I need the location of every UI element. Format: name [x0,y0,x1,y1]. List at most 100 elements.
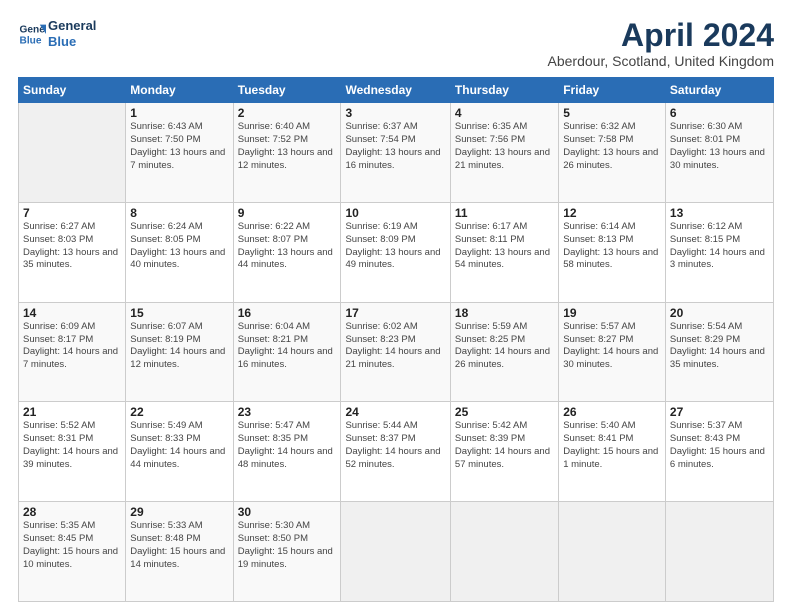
calendar-cell: 23Sunrise: 5:47 AMSunset: 8:35 PMDayligh… [233,402,341,502]
weekday-header-saturday: Saturday [665,78,773,103]
day-info: Sunrise: 6:19 AMSunset: 8:09 PMDaylight:… [345,221,445,272]
calendar-cell: 15Sunrise: 6:07 AMSunset: 8:19 PMDayligh… [126,302,233,402]
calendar-cell [665,502,773,602]
day-number: 2 [238,106,337,120]
calendar-cell: 1Sunrise: 6:43 AMSunset: 7:50 PMDaylight… [126,103,233,203]
day-info: Sunrise: 6:14 AMSunset: 8:13 PMDaylight:… [563,221,661,272]
calendar-cell: 14Sunrise: 6:09 AMSunset: 8:17 PMDayligh… [19,302,126,402]
week-row-3: 14Sunrise: 6:09 AMSunset: 8:17 PMDayligh… [19,302,774,402]
calendar-cell: 9Sunrise: 6:22 AMSunset: 8:07 PMDaylight… [233,202,341,302]
calendar-cell: 20Sunrise: 5:54 AMSunset: 8:29 PMDayligh… [665,302,773,402]
day-number: 14 [23,306,121,320]
day-number: 22 [130,405,228,419]
week-row-5: 28Sunrise: 5:35 AMSunset: 8:45 PMDayligh… [19,502,774,602]
location: Aberdour, Scotland, United Kingdom [548,53,774,69]
day-info: Sunrise: 5:54 AMSunset: 8:29 PMDaylight:… [670,321,769,372]
calendar-cell: 28Sunrise: 5:35 AMSunset: 8:45 PMDayligh… [19,502,126,602]
calendar-cell: 22Sunrise: 5:49 AMSunset: 8:33 PMDayligh… [126,402,233,502]
calendar-cell [341,502,450,602]
logo-icon: General Blue [18,20,46,48]
calendar-cell: 6Sunrise: 6:30 AMSunset: 8:01 PMDaylight… [665,103,773,203]
day-info: Sunrise: 5:37 AMSunset: 8:43 PMDaylight:… [670,420,769,471]
day-number: 20 [670,306,769,320]
weekday-header-tuesday: Tuesday [233,78,341,103]
day-info: Sunrise: 6:07 AMSunset: 8:19 PMDaylight:… [130,321,228,372]
day-number: 4 [455,106,554,120]
day-number: 26 [563,405,661,419]
calendar-cell: 4Sunrise: 6:35 AMSunset: 7:56 PMDaylight… [450,103,558,203]
header: General Blue General Blue April 2024 Abe… [18,18,774,69]
calendar-cell: 12Sunrise: 6:14 AMSunset: 8:13 PMDayligh… [559,202,666,302]
calendar-cell: 29Sunrise: 5:33 AMSunset: 8:48 PMDayligh… [126,502,233,602]
weekday-row: SundayMondayTuesdayWednesdayThursdayFrid… [19,78,774,103]
calendar-cell: 5Sunrise: 6:32 AMSunset: 7:58 PMDaylight… [559,103,666,203]
calendar-cell: 10Sunrise: 6:19 AMSunset: 8:09 PMDayligh… [341,202,450,302]
calendar-cell: 27Sunrise: 5:37 AMSunset: 8:43 PMDayligh… [665,402,773,502]
day-number: 16 [238,306,337,320]
calendar-cell: 19Sunrise: 5:57 AMSunset: 8:27 PMDayligh… [559,302,666,402]
day-number: 1 [130,106,228,120]
weekday-header-sunday: Sunday [19,78,126,103]
calendar-cell: 17Sunrise: 6:02 AMSunset: 8:23 PMDayligh… [341,302,450,402]
calendar-cell: 24Sunrise: 5:44 AMSunset: 8:37 PMDayligh… [341,402,450,502]
day-info: Sunrise: 6:04 AMSunset: 8:21 PMDaylight:… [238,321,337,372]
day-number: 24 [345,405,445,419]
day-info: Sunrise: 5:59 AMSunset: 8:25 PMDaylight:… [455,321,554,372]
day-info: Sunrise: 6:30 AMSunset: 8:01 PMDaylight:… [670,121,769,172]
calendar-cell: 3Sunrise: 6:37 AMSunset: 7:54 PMDaylight… [341,103,450,203]
week-row-4: 21Sunrise: 5:52 AMSunset: 8:31 PMDayligh… [19,402,774,502]
page: General Blue General Blue April 2024 Abe… [0,0,792,612]
day-info: Sunrise: 6:40 AMSunset: 7:52 PMDaylight:… [238,121,337,172]
day-info: Sunrise: 5:35 AMSunset: 8:45 PMDaylight:… [23,520,121,571]
day-number: 19 [563,306,661,320]
calendar-cell: 11Sunrise: 6:17 AMSunset: 8:11 PMDayligh… [450,202,558,302]
day-number: 9 [238,206,337,220]
calendar-cell [559,502,666,602]
day-info: Sunrise: 6:09 AMSunset: 8:17 PMDaylight:… [23,321,121,372]
logo-text-general: General [48,18,96,34]
weekday-header-thursday: Thursday [450,78,558,103]
day-info: Sunrise: 6:32 AMSunset: 7:58 PMDaylight:… [563,121,661,172]
calendar-cell: 8Sunrise: 6:24 AMSunset: 8:05 PMDaylight… [126,202,233,302]
day-number: 7 [23,206,121,220]
day-number: 3 [345,106,445,120]
calendar-cell: 30Sunrise: 5:30 AMSunset: 8:50 PMDayligh… [233,502,341,602]
day-info: Sunrise: 5:42 AMSunset: 8:39 PMDaylight:… [455,420,554,471]
day-number: 15 [130,306,228,320]
title-block: April 2024 Aberdour, Scotland, United Ki… [548,18,774,69]
day-number: 21 [23,405,121,419]
day-info: Sunrise: 5:33 AMSunset: 8:48 PMDaylight:… [130,520,228,571]
calendar-cell: 18Sunrise: 5:59 AMSunset: 8:25 PMDayligh… [450,302,558,402]
day-info: Sunrise: 5:30 AMSunset: 8:50 PMDaylight:… [238,520,337,571]
logo-text-blue: Blue [48,34,96,50]
day-info: Sunrise: 6:17 AMSunset: 8:11 PMDaylight:… [455,221,554,272]
day-info: Sunrise: 6:12 AMSunset: 8:15 PMDaylight:… [670,221,769,272]
day-info: Sunrise: 5:49 AMSunset: 8:33 PMDaylight:… [130,420,228,471]
weekday-header-friday: Friday [559,78,666,103]
calendar-cell: 7Sunrise: 6:27 AMSunset: 8:03 PMDaylight… [19,202,126,302]
calendar-body: 1Sunrise: 6:43 AMSunset: 7:50 PMDaylight… [19,103,774,602]
calendar-cell [450,502,558,602]
day-info: Sunrise: 5:44 AMSunset: 8:37 PMDaylight:… [345,420,445,471]
day-info: Sunrise: 6:27 AMSunset: 8:03 PMDaylight:… [23,221,121,272]
month-title: April 2024 [548,18,774,53]
day-number: 5 [563,106,661,120]
day-number: 10 [345,206,445,220]
day-info: Sunrise: 6:35 AMSunset: 7:56 PMDaylight:… [455,121,554,172]
day-number: 18 [455,306,554,320]
day-info: Sunrise: 6:22 AMSunset: 8:07 PMDaylight:… [238,221,337,272]
day-info: Sunrise: 5:47 AMSunset: 8:35 PMDaylight:… [238,420,337,471]
day-number: 23 [238,405,337,419]
day-number: 13 [670,206,769,220]
day-info: Sunrise: 5:52 AMSunset: 8:31 PMDaylight:… [23,420,121,471]
weekday-header-wednesday: Wednesday [341,78,450,103]
calendar-cell: 16Sunrise: 6:04 AMSunset: 8:21 PMDayligh… [233,302,341,402]
day-number: 28 [23,505,121,519]
svg-text:Blue: Blue [20,35,42,46]
day-info: Sunrise: 5:40 AMSunset: 8:41 PMDaylight:… [563,420,661,471]
calendar-cell: 2Sunrise: 6:40 AMSunset: 7:52 PMDaylight… [233,103,341,203]
calendar-cell: 25Sunrise: 5:42 AMSunset: 8:39 PMDayligh… [450,402,558,502]
calendar-header: SundayMondayTuesdayWednesdayThursdayFrid… [19,78,774,103]
day-info: Sunrise: 6:43 AMSunset: 7:50 PMDaylight:… [130,121,228,172]
day-number: 27 [670,405,769,419]
